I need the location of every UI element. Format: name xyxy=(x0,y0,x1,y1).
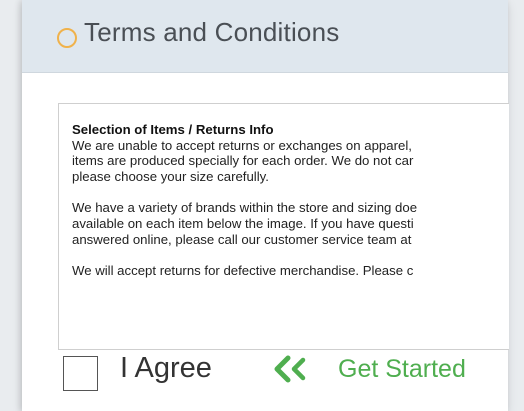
terms-line: We will accept returns for defective mer… xyxy=(72,263,414,279)
double-chevron-left-icon xyxy=(274,355,306,383)
terms-line: available on each item below the image. … xyxy=(72,215,414,231)
terms-line: items are produced specially for each or… xyxy=(72,153,414,169)
terms-content: Selection of Items / Returns Info We are… xyxy=(72,122,509,279)
terms-heading: Selection of Items / Returns Info xyxy=(72,122,274,137)
agree-checkbox[interactable] xyxy=(63,356,98,391)
terms-line: We are unable to accept returns or excha… xyxy=(72,137,412,153)
terms-line: We have a variety of brands within the s… xyxy=(72,200,418,216)
get-started-label: Get Started xyxy=(338,354,466,383)
terms-line: answered online, please call our custome… xyxy=(72,231,412,247)
dialog-header: Terms and Conditions xyxy=(22,0,508,73)
terms-line: please choose your size carefully. xyxy=(72,168,269,184)
terms-text-box[interactable]: Selection of Items / Returns Info We are… xyxy=(58,103,509,350)
circle-icon xyxy=(57,28,77,48)
get-started-button[interactable]: Get Started xyxy=(272,351,466,387)
terms-dialog: Terms and Conditions Selection of Items … xyxy=(22,0,509,411)
dialog-title: Terms and Conditions xyxy=(84,17,340,47)
agree-label[interactable]: I Agree xyxy=(120,352,212,385)
